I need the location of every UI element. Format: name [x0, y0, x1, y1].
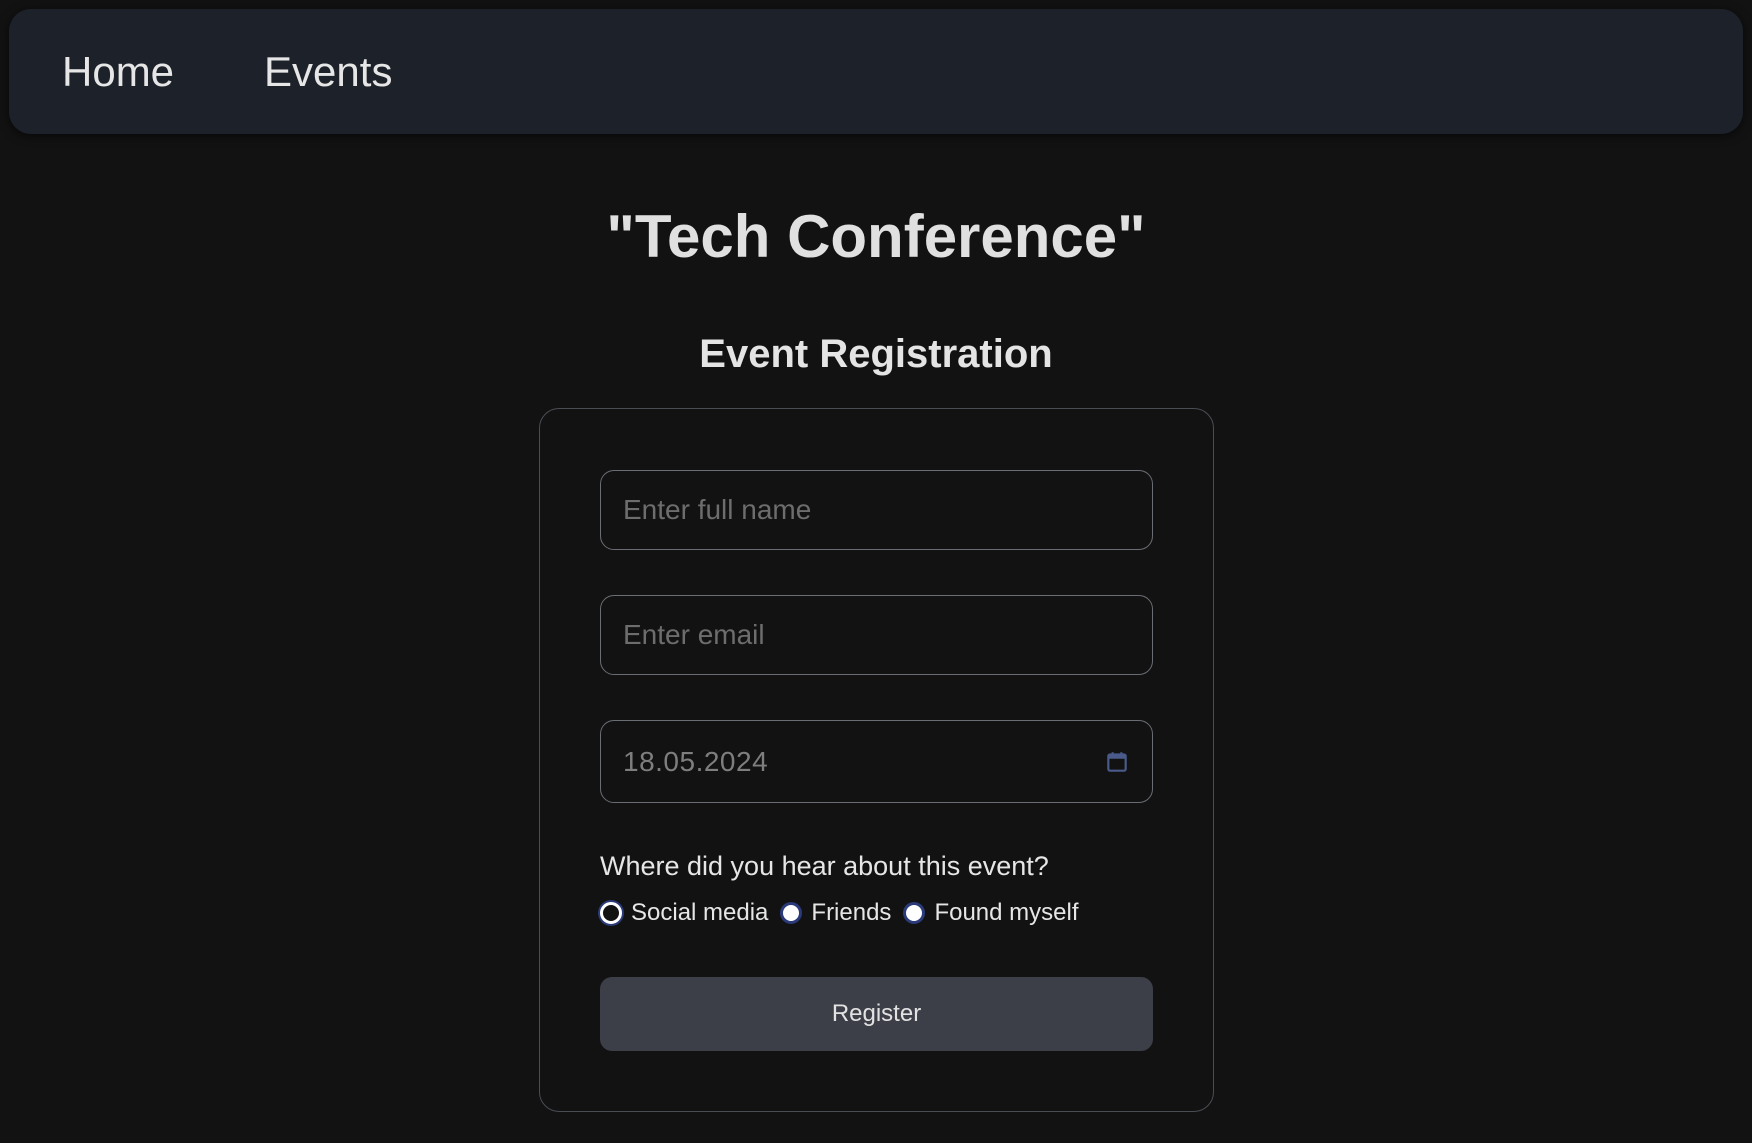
- date-value: 18.05.2024: [623, 745, 769, 777]
- radio-option-found-myself[interactable]: Found myself: [903, 899, 1079, 927]
- date-input[interactable]: 18.05.2024: [600, 720, 1153, 803]
- page-title: "Tech Conference": [606, 203, 1146, 270]
- radio-label-found-myself: Found myself: [934, 899, 1079, 926]
- radio-button-social-media[interactable]: [600, 902, 622, 924]
- source-question: Where did you hear about this event?: [600, 851, 1049, 881]
- section-title: Event Registration: [699, 332, 1053, 376]
- nav-link-events[interactable]: Events: [264, 48, 392, 96]
- radio-label-friends: Friends: [811, 899, 892, 926]
- radio-label-social-media: Social media: [631, 899, 769, 926]
- nav-link-home[interactable]: Home: [62, 48, 174, 96]
- full-name-input[interactable]: [600, 470, 1153, 550]
- radio-option-social-media[interactable]: Social media: [600, 899, 768, 927]
- registration-form: 18.05.2024 Where did you hear about this…: [539, 408, 1214, 1112]
- email-input[interactable]: [600, 595, 1153, 675]
- calendar-icon[interactable]: [1104, 749, 1130, 775]
- register-button[interactable]: Register: [600, 977, 1153, 1051]
- source-radio-group: Social media Friends Found myself: [600, 899, 1091, 927]
- radio-button-found-myself[interactable]: [903, 902, 926, 924]
- radio-button-friends[interactable]: [780, 902, 803, 924]
- top-navbar: Home Events: [9, 9, 1743, 134]
- radio-option-friends[interactable]: Friends: [780, 899, 891, 927]
